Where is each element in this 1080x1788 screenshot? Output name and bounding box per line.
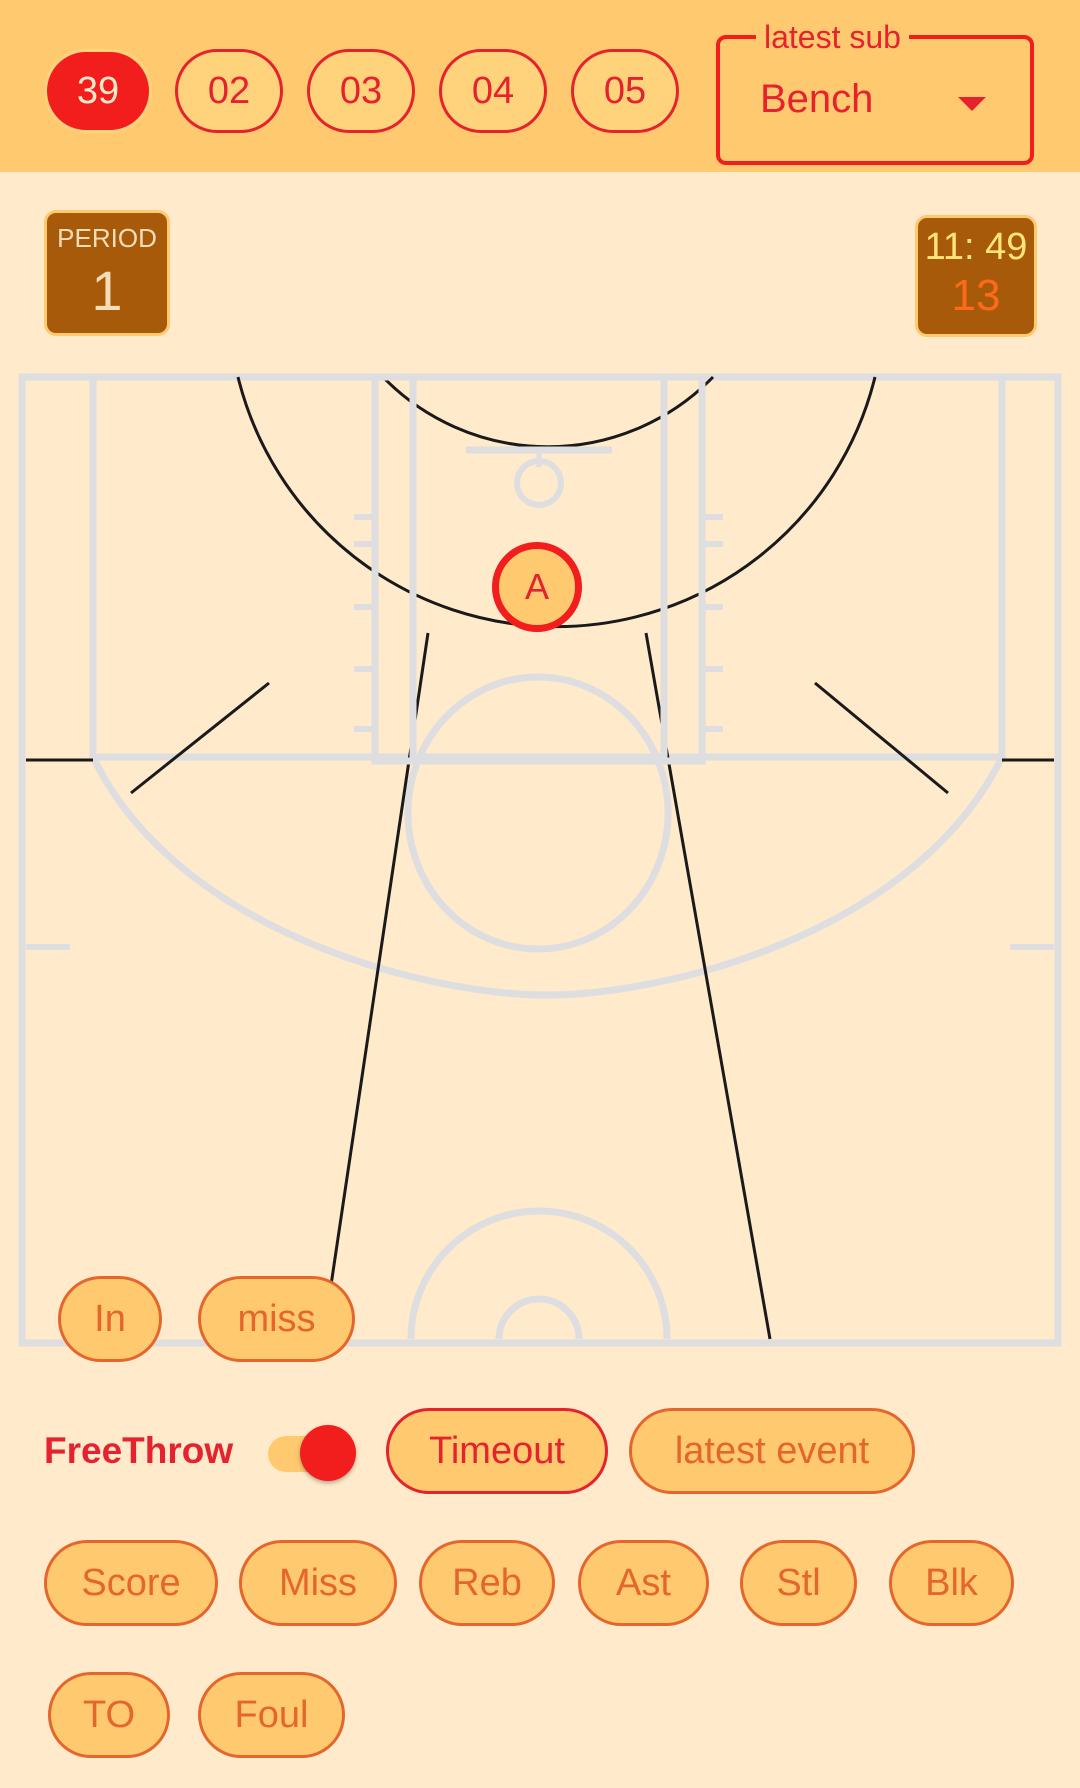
timeout-button[interactable]: Timeout	[386, 1408, 608, 1494]
latest-sub-label: latest sub	[756, 17, 909, 57]
player-04-button[interactable]: 04	[439, 49, 547, 133]
game-clock[interactable]: 11: 49 13	[915, 215, 1037, 337]
dropdown-caret-icon[interactable]	[958, 97, 986, 111]
clock-time: 11: 49	[924, 226, 1028, 268]
period-label: PERIOD	[57, 223, 157, 253]
player-39-button[interactable]: 39	[44, 49, 152, 133]
zone-line-left-wing	[130, 681, 270, 795]
latest-sub-value: Bench	[760, 77, 874, 121]
freethrow-label: FreeThrow	[44, 1430, 234, 1471]
free-throw-circle	[404, 673, 672, 953]
latest-sub-dropdown[interactable]: latest sub Bench	[716, 17, 1034, 165]
miss-button[interactable]: Miss	[239, 1540, 397, 1626]
three-point-arc	[89, 755, 1006, 999]
center-circle-inner	[495, 1295, 583, 1340]
freethrow-toggle-knob[interactable]	[300, 1425, 356, 1481]
player-05-button[interactable]: 05	[571, 49, 679, 133]
shot-in-button[interactable]: In	[58, 1276, 162, 1362]
zone-line-right-wing	[814, 681, 949, 795]
foul-button[interactable]: Foul	[198, 1672, 345, 1758]
shot-clock: 13	[951, 271, 1001, 320]
period-indicator[interactable]: PERIOD 1	[44, 210, 170, 336]
shot-miss-button[interactable]: miss	[198, 1276, 355, 1362]
player-03-button[interactable]: 03	[307, 49, 415, 133]
player-02-button[interactable]: 02	[175, 49, 283, 133]
score-button[interactable]: Score	[44, 1540, 218, 1626]
shot-location-marker[interactable]: A	[492, 542, 582, 632]
period-value: 1	[91, 259, 123, 322]
turnover-button[interactable]: TO	[48, 1672, 170, 1758]
center-circle-outer	[407, 1207, 671, 1340]
steal-button[interactable]: Stl	[740, 1540, 857, 1626]
latest-event-button[interactable]: latest event	[629, 1408, 915, 1494]
basketball-court[interactable]	[18, 373, 1062, 1347]
rebound-button[interactable]: Reb	[419, 1540, 555, 1626]
assist-button[interactable]: Ast	[578, 1540, 709, 1626]
block-button[interactable]: Blk	[889, 1540, 1014, 1626]
rim	[514, 458, 564, 508]
